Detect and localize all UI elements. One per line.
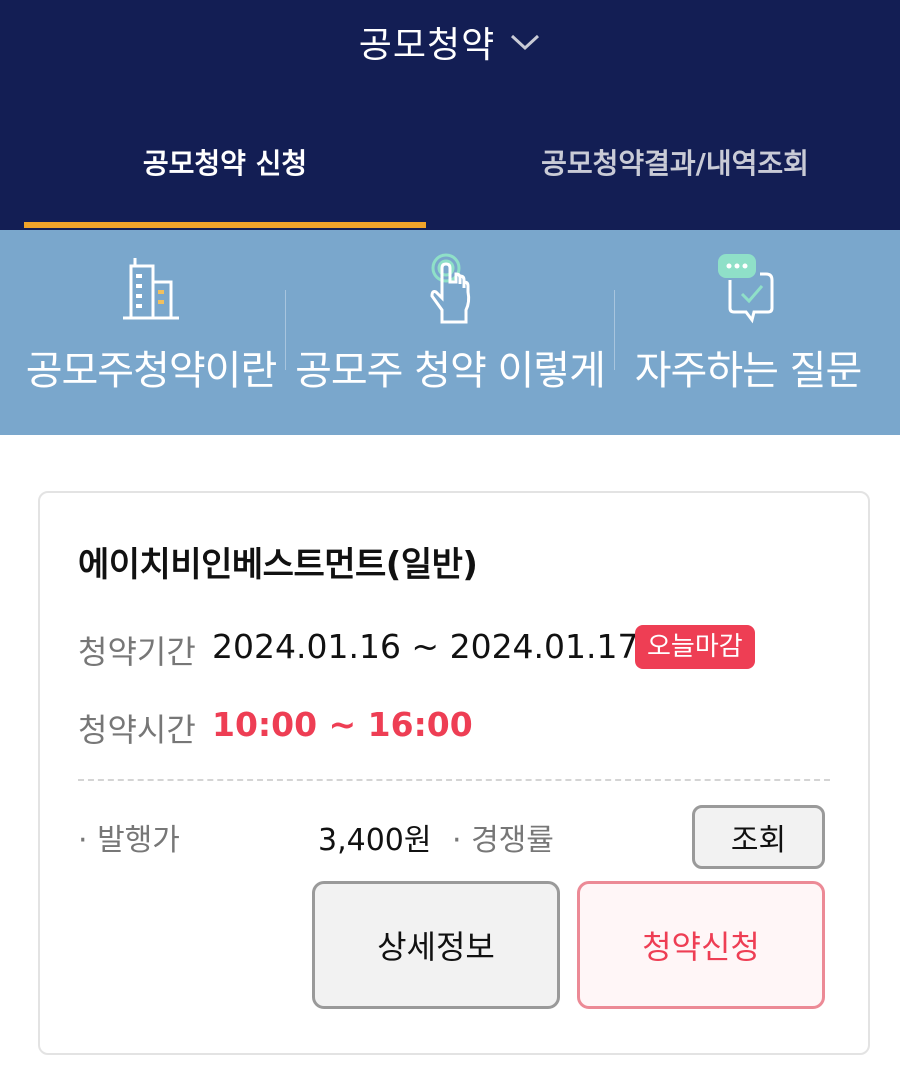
quick-menu-label: 공모주청약이란	[25, 348, 278, 394]
building-icon	[119, 252, 183, 324]
page-title: 공모청약	[358, 25, 496, 66]
dashed-divider	[78, 779, 830, 781]
apply-button[interactable]: 청약신청	[577, 881, 825, 1009]
quick-menu-item-howto[interactable]: 공모주 청약 이렇게	[288, 230, 612, 435]
period-label: 청약기간	[78, 633, 196, 671]
detail-button[interactable]: 상세정보	[312, 881, 560, 1009]
time-label: 청약시간	[78, 711, 196, 749]
divider	[285, 290, 286, 370]
tab-bar: 공모청약 신청 공모청약결과/내역조회	[0, 130, 900, 230]
deadline-badge: 오늘마감	[635, 625, 755, 669]
offering-card: 에이치비인베스트먼트(일반) 청약기간 2024.01.16 ~ 2024.01…	[38, 491, 870, 1055]
quick-menu-item-about[interactable]: 공모주청약이란	[20, 230, 282, 435]
active-tab-indicator	[24, 222, 426, 228]
quick-menu: 공모주청약이란 공모주 청약 이렇게 자주하는 질문	[0, 230, 900, 435]
time-value: 10:00 ~ 16:00	[212, 705, 473, 744]
quick-menu-label: 자주하는 질문	[634, 348, 863, 394]
period-value: 2024.01.16 ~ 2024.01.17	[212, 627, 639, 666]
company-name: 에이치비인베스트먼트(일반)	[78, 545, 478, 585]
issue-price-value: 3,400원	[318, 823, 432, 858]
competition-rate-label: · 경쟁률	[452, 823, 554, 858]
title-dropdown[interactable]: 공모청약	[0, 14, 900, 70]
tab-results[interactable]: 공모청약결과/내역조회	[450, 130, 900, 230]
quick-menu-label: 공모주 청약 이렇게	[295, 348, 606, 394]
chevron-down-icon	[509, 32, 541, 52]
divider	[614, 290, 615, 370]
header-bar: 공모청약 공모청약 신청 공모청약결과/내역조회	[0, 0, 900, 230]
tap-hand-icon	[418, 252, 482, 324]
issue-price-label: · 발행가	[78, 823, 180, 858]
query-button[interactable]: 조회	[692, 805, 825, 869]
tab-apply[interactable]: 공모청약 신청	[24, 130, 426, 230]
quick-menu-item-faq[interactable]: 자주하는 질문	[616, 230, 880, 435]
chat-check-icon	[716, 252, 780, 324]
